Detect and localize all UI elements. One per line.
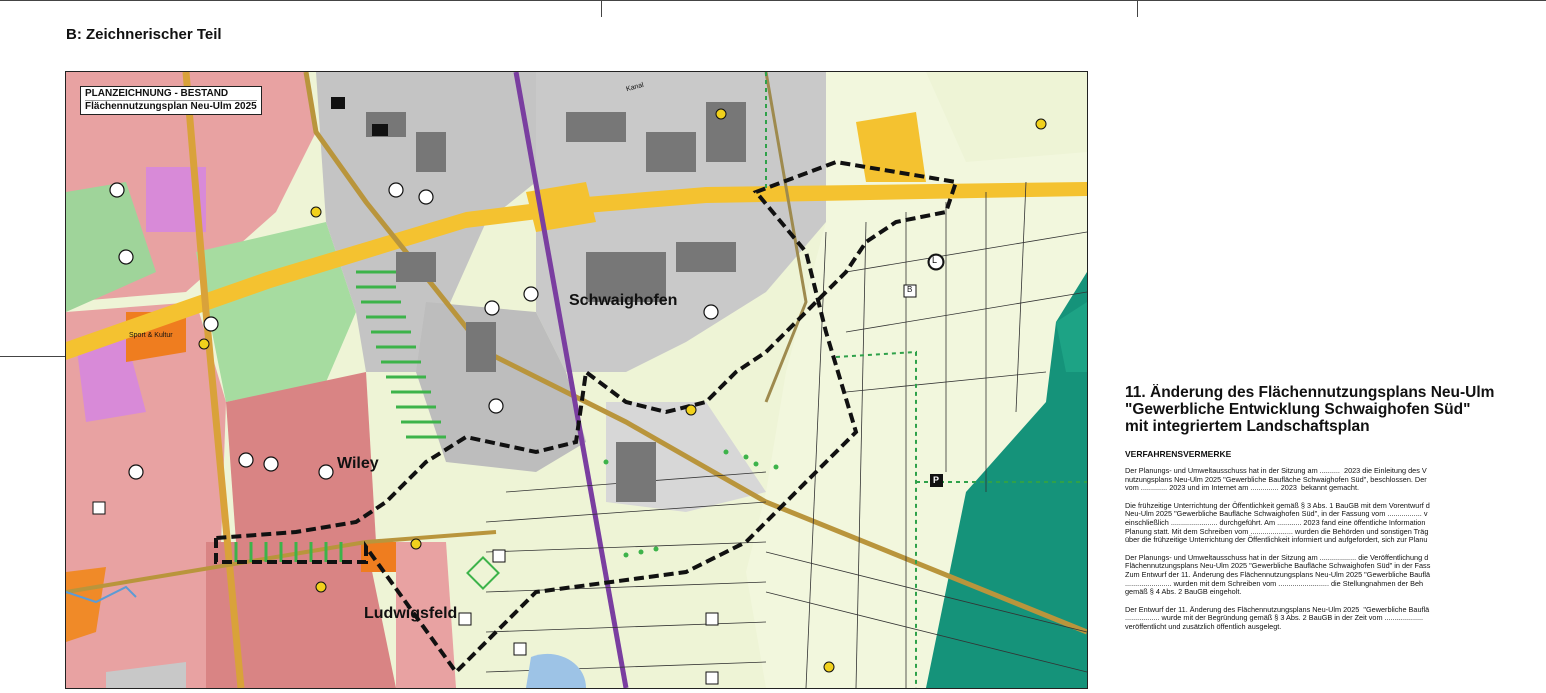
place-label-ludwigsfeld: Ludwigsfeld: [364, 605, 458, 622]
plan-title-line-3: mit integriertem Landschaftsplan: [1125, 418, 1370, 435]
plan-title-line-1: 11. Änderung des Flächennutzungsplans Ne…: [1125, 384, 1495, 401]
section-title: B: Zeichnerischer Teil: [66, 26, 222, 43]
fold-mark-1: [601, 0, 602, 17]
procedure-paragraph-3: Der Planungs- und Umweltausschuss hat in…: [1125, 552, 1431, 597]
label-sport: Sport & Kultur: [129, 332, 173, 339]
marker-p: P: [933, 475, 940, 485]
legend-line-1: PLANZEICHNUNG - BESTAND: [85, 88, 229, 99]
land-use-map[interactable]: PLANZEICHNUNG - BESTAND Flächennutzungsp…: [65, 71, 1088, 689]
map-legend-box: PLANZEICHNUNG - BESTAND Flächennutzungsp…: [80, 86, 262, 115]
top-rule: [0, 0, 1546, 1]
place-label-wiley: Wiley: [337, 455, 379, 472]
procedure-paragraph-4: Der Entwurf der 11. Änderung des Flächen…: [1125, 604, 1430, 631]
fold-mark-left: [0, 356, 65, 357]
marker-b: B: [907, 285, 913, 294]
plan-title-line-2: "Gewerbliche Entwicklung Schwaighofen Sü…: [1125, 401, 1471, 418]
map-drawing: [66, 72, 1087, 688]
procedure-paragraph-1: Der Planungs- und Umweltausschuss hat in…: [1125, 466, 1427, 493]
fold-mark-2: [1137, 0, 1138, 17]
legend-line-2: Flächennutzungsplan Neu-Ulm 2025: [85, 100, 257, 112]
procedure-paragraph-2: Die frühzeitige Unterrichtung der Öffent…: [1125, 500, 1430, 545]
place-label-schwaighofen: Schwaighofen: [569, 292, 678, 309]
marker-l: L: [932, 255, 938, 265]
procedure-heading: VERFAHRENSVERMERKE: [1125, 449, 1232, 459]
procedure-panel: 11. Änderung des Flächennutzungsplans Ne…: [1125, 384, 1546, 693]
